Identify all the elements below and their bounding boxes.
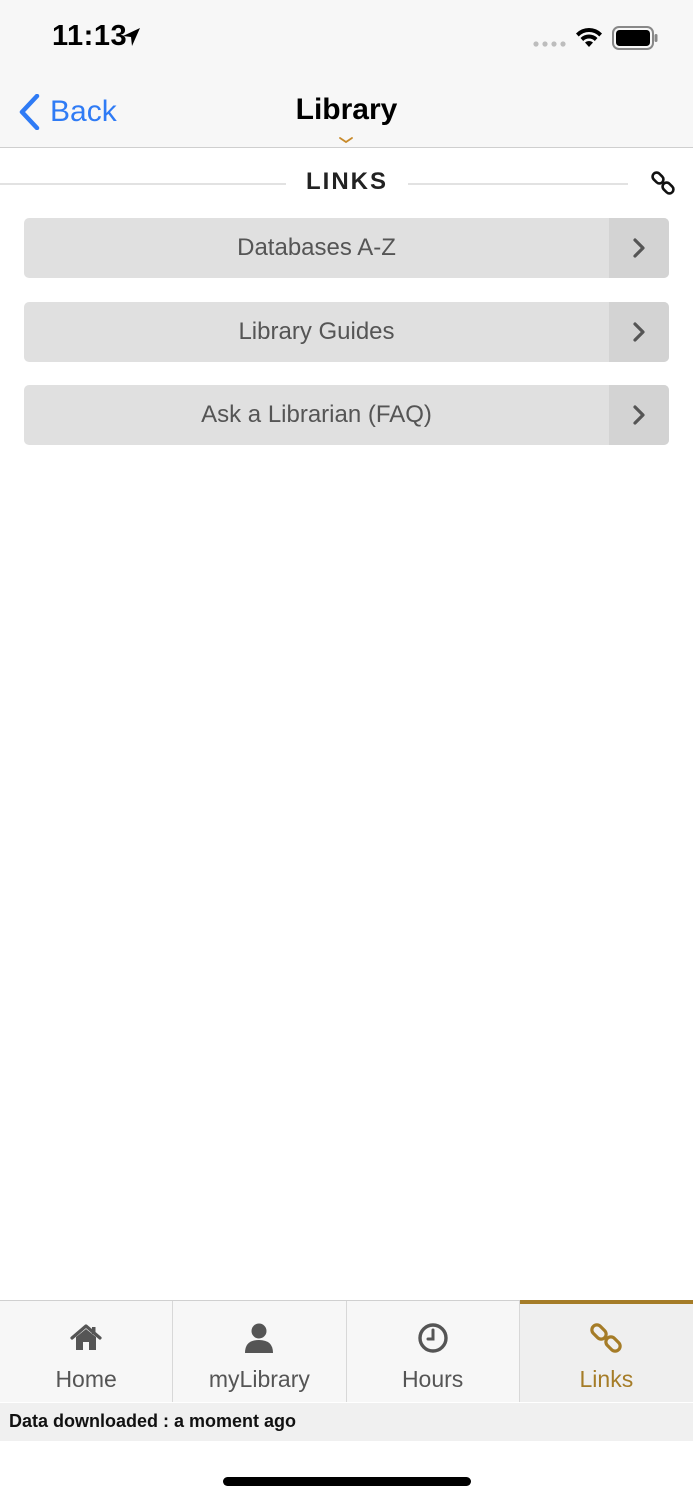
data-status-bar: Data downloaded : a moment ago [0, 1403, 693, 1441]
home-indicator[interactable] [223, 1477, 471, 1486]
section-header: LINKS [0, 162, 693, 204]
tab-home[interactable]: Home [0, 1301, 174, 1402]
link-icon [651, 171, 675, 195]
tab-label: Home [55, 1366, 117, 1392]
link-databases-a-z[interactable]: Databases A-Z [24, 218, 669, 278]
page-title: Library [295, 93, 398, 126]
link-ask-a-librarian[interactable]: Ask a Librarian (FAQ) [24, 385, 669, 445]
divider [0, 183, 286, 185]
tab-label: myLibrary [208, 1366, 310, 1392]
chevron-right-icon [633, 322, 645, 342]
tab-bar: Home myLibrary Hours Links [0, 1300, 693, 1402]
chevron-right-icon [633, 405, 645, 425]
user-icon [245, 1323, 274, 1353]
home-icon [70, 1324, 102, 1350]
wifi-icon [576, 27, 602, 47]
link-icon [590, 1323, 623, 1353]
battery-icon [612, 26, 658, 50]
top-bar: 11:13 Back Library [0, 0, 693, 148]
link-arrow [609, 302, 669, 362]
link-library-guides[interactable]: Library Guides [24, 302, 669, 362]
link-label: Ask a Librarian (FAQ) [201, 401, 432, 428]
link-label: Library Guides [238, 318, 395, 345]
tab-mylibrary[interactable]: myLibrary [173, 1301, 347, 1402]
chevron-down-icon[interactable] [338, 136, 354, 144]
tab-label: Links [579, 1366, 634, 1392]
location-arrow-icon [123, 28, 140, 46]
divider [408, 183, 628, 185]
link-label: Databases A-Z [237, 234, 396, 261]
data-status-text: Data downloaded : a moment ago [9, 1411, 297, 1431]
cellular-signal-icon [533, 41, 566, 47]
tab-links[interactable]: Links [519, 1300, 693, 1402]
section-title: LINKS [306, 168, 388, 195]
chevron-right-icon [633, 238, 645, 258]
link-arrow [609, 385, 669, 445]
tab-hours[interactable]: Hours [347, 1301, 520, 1402]
clock-icon [417, 1323, 448, 1353]
link-arrow [609, 218, 669, 278]
status-time: 11:13 [52, 20, 128, 52]
tab-label: Hours [401, 1366, 464, 1392]
